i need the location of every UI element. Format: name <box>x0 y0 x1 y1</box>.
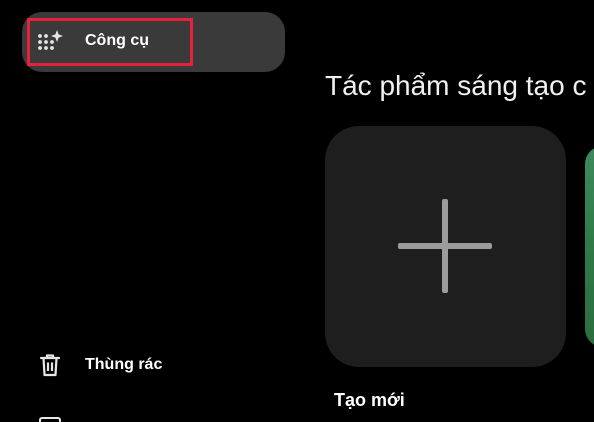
sidebar-item-label: Công cụ <box>85 32 149 49</box>
plus-icon-horizontal <box>398 243 492 249</box>
sidebar-item-trash[interactable]: Thùng rác <box>22 344 285 386</box>
sidebar-item-partial-icon[interactable] <box>39 417 61 422</box>
app-root: Công cụ Thùng rác Tác phẩm sáng tạo c Tạ… <box>0 0 594 422</box>
sparkle-grid-icon <box>37 30 63 54</box>
sidebar-item-tools[interactable]: Công cụ <box>22 12 285 72</box>
create-new-card[interactable] <box>325 126 566 367</box>
trash-icon <box>39 353 61 377</box>
project-card-thumbnail[interactable] <box>585 146 594 347</box>
create-new-label: Tạo mới <box>334 390 405 410</box>
section-title: Tác phẩm sáng tạo c <box>325 70 587 101</box>
sidebar-item-label: Thùng rác <box>85 356 163 373</box>
